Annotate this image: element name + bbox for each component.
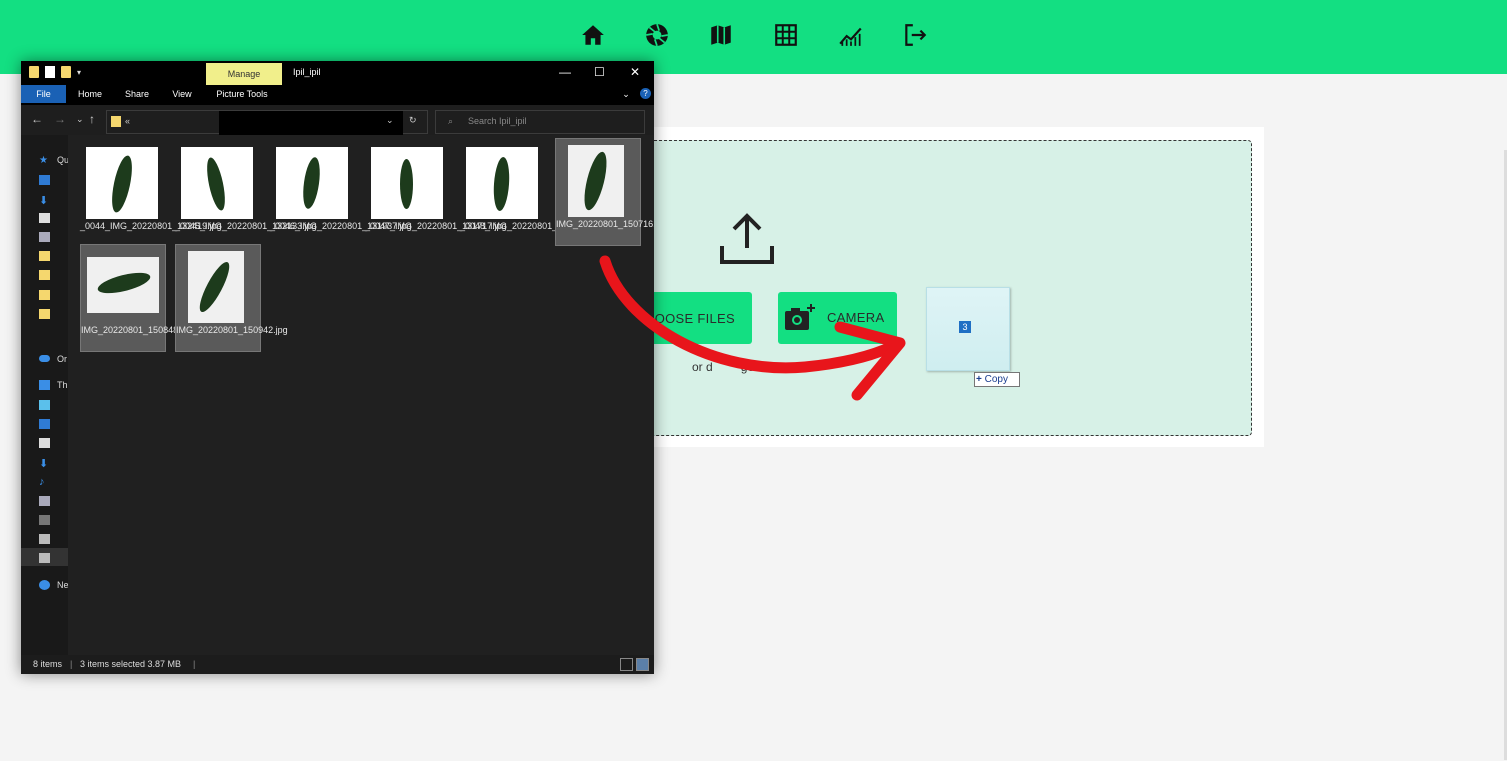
copy-tooltip: + Copy <box>974 372 1020 387</box>
file-name: _0048_IMG_20220801_131244.jpg <box>460 221 602 231</box>
file-item[interactable]: _0045_IMG_20220801_132133.jpg <box>175 141 317 247</box>
quick-access-icon[interactable]: ★ <box>39 155 50 166</box>
file-item-selected[interactable]: IMG_20220801_150942.jpg <box>175 244 288 352</box>
tab-manage[interactable]: Manage <box>206 63 282 85</box>
image-thumbnail <box>86 147 158 219</box>
properties-icon[interactable] <box>45 66 55 78</box>
close-icon[interactable]: ✕ <box>630 65 640 79</box>
address-input[interactable]: « ⌄ ↻ <box>106 110 428 137</box>
videos-icon[interactable] <box>39 515 50 525</box>
image-thumbnail <box>371 147 443 219</box>
file-name: _0045_IMG_20220801_132133.jpg <box>175 221 317 231</box>
refresh-icon[interactable]: ↻ <box>409 115 417 126</box>
image-thumbnail <box>276 147 348 219</box>
ribbon: File Home Share View Picture Tools ⌄ ? <box>21 85 654 105</box>
selection-info: 3 items selected 3.87 MB <box>80 659 182 669</box>
pictures-icon[interactable] <box>39 232 50 242</box>
image-thumbnail <box>181 147 253 219</box>
file-name: IMG_20220801_150942.jpg <box>176 325 288 335</box>
file-item[interactable]: _0044_IMG_20220801_132419.jpg <box>80 141 222 247</box>
up-arrow-icon[interactable]: ↑ <box>89 112 95 126</box>
file-item[interactable]: _0047_IMG_20220801_131717.jpg <box>365 141 507 247</box>
folder-icon <box>29 66 39 78</box>
maximize-icon[interactable]: ☐ <box>594 65 605 79</box>
new-folder-icon[interactable] <box>61 66 71 78</box>
folder-icon[interactable] <box>39 309 50 319</box>
file-item-selected[interactable]: IMG_20220801_150848.jpg <box>80 244 193 352</box>
ribbon-expand-icon[interactable]: ⌄ <box>621 85 631 103</box>
drag-count-badge: 3 <box>959 321 971 333</box>
chart-icon[interactable] <box>838 22 864 48</box>
folder-icon[interactable] <box>39 290 50 300</box>
item-count: 8 items <box>33 659 63 669</box>
documents-icon[interactable] <box>39 213 50 223</box>
tab-file[interactable]: File <box>21 85 66 103</box>
music-icon[interactable]: ♪ <box>39 476 50 488</box>
tab-view[interactable]: View <box>169 85 195 103</box>
image-thumbnail <box>466 147 538 219</box>
back-arrow-icon[interactable]: ← <box>31 112 43 126</box>
file-item[interactable]: _0048_IMG_20220801_131244.jpg <box>460 141 602 247</box>
plus-icon: + <box>976 374 982 385</box>
file-explorer-window[interactable]: ▾ Manage Ipil_ipil — ☐ ✕ File Home Share… <box>21 61 654 674</box>
navigation-pane[interactable]: ★ Qu ⬇ Or Th ⬇ ♪ Ne <box>21 135 69 655</box>
file-name: IMG_20220801_150848.jpg <box>81 325 193 335</box>
tab-home[interactable]: Home <box>73 85 107 103</box>
this-pc-icon[interactable] <box>39 380 50 390</box>
dropdown-icon[interactable]: ▾ <box>77 68 81 77</box>
file-item-selected[interactable]: IMG_20220801_150716.jpg <box>555 138 654 246</box>
minimize-icon[interactable]: — <box>559 65 571 79</box>
file-name: _0044_IMG_20220801_132419.jpg <box>80 221 222 231</box>
desktop-icon[interactable] <box>39 419 50 429</box>
folder-icon[interactable] <box>39 251 50 261</box>
file-list[interactable]: _0044_IMG_20220801_132419.jpg _0045_IMG_… <box>68 135 654 655</box>
logout-icon[interactable] <box>902 22 928 48</box>
3d-objects-icon[interactable] <box>39 400 50 410</box>
large-icons-view-icon[interactable] <box>636 658 649 671</box>
status-bar: 8 items | 3 items selected 3.87 MB | <box>21 655 654 674</box>
pictures-icon[interactable] <box>39 496 50 506</box>
forward-arrow-icon[interactable]: → <box>54 112 66 126</box>
help-icon[interactable]: ? <box>640 88 651 99</box>
network-icon[interactable] <box>39 580 50 590</box>
documents-icon[interactable] <box>39 438 50 448</box>
tab-share[interactable]: Share <box>121 85 153 103</box>
folder-icon <box>111 116 121 127</box>
redacted-path <box>219 111 403 137</box>
map-icon[interactable] <box>708 22 734 48</box>
file-name: IMG_20220801_150716.jpg <box>556 219 654 229</box>
image-thumbnail <box>188 251 244 323</box>
downloads-icon[interactable]: ⬇ <box>39 457 50 470</box>
home-icon[interactable] <box>580 22 606 48</box>
tab-picture-tools[interactable]: Picture Tools <box>211 85 273 103</box>
address-bar-row: ← → ⌄ ↑ « ⌄ ↻ ⌕ Search Ipil_ipil <box>21 105 654 137</box>
file-name: _0046_IMG_20220801_131937.jpg <box>270 221 412 231</box>
details-view-icon[interactable] <box>620 658 633 671</box>
drag-arrow-annotation <box>599 255 906 401</box>
search-icon: ⌕ <box>448 116 454 126</box>
drive-icon[interactable] <box>39 553 50 563</box>
image-thumbnail <box>568 145 624 217</box>
address-dropdown-icon[interactable]: ⌄ <box>386 115 394 126</box>
desktop-icon[interactable] <box>39 175 50 185</box>
downloads-icon[interactable]: ⬇ <box>39 194 50 207</box>
folder-icon[interactable] <box>39 270 50 280</box>
file-item[interactable]: _0046_IMG_20220801_131937.jpg <box>270 141 412 247</box>
table-icon[interactable] <box>773 22 799 48</box>
camera-shutter-icon[interactable] <box>644 22 670 48</box>
drive-icon[interactable] <box>39 534 50 544</box>
search-input[interactable]: ⌕ Search Ipil_ipil <box>435 110 645 134</box>
file-name: _0047_IMG_20220801_131717.jpg <box>365 221 507 231</box>
title-bar: ▾ Manage Ipil_ipil — ☐ ✕ <box>21 61 654 85</box>
image-thumbnail <box>87 257 159 313</box>
recent-dropdown-icon[interactable]: ⌄ <box>76 114 84 125</box>
window-title: Ipil_ipil <box>293 67 321 77</box>
onedrive-icon[interactable] <box>39 355 50 362</box>
